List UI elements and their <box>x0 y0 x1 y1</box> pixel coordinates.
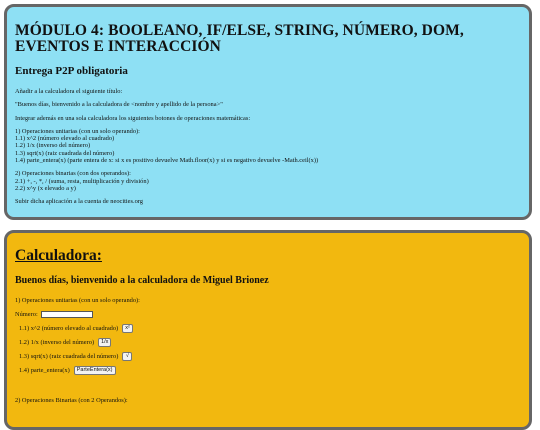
instruction-line: 1.1) x^2 (número elevado al cuadrado) <box>15 135 115 143</box>
op-row-square: 1.1) x^2 (número elevado al cuadrado) x² <box>15 324 521 333</box>
calculator-title: Calculadora: <box>15 247 102 264</box>
op-label-integer-part: 1.4) parte_entera(x) <box>19 367 70 374</box>
instruction-line: 1) Operaciones unitarias (con un solo op… <box>15 127 140 135</box>
instruction-line: 1.3) sqrt(x) (raiz cuadrada del número) <box>15 149 115 157</box>
op-row-integer-part: 1.4) parte_entera(x) ParteEntera(x) <box>15 366 521 375</box>
assignment-subtitle: Entrega P2P obligatoria <box>15 65 128 77</box>
assignment-panel: MÓDULO 4: BOOLEANO, IF/ELSE, STRING, NÚM… <box>4 4 532 220</box>
instruction-line: Añadir a la calculadora el siguiente tít… <box>15 88 123 95</box>
instruction-line: "Buenos días, bienvenido a la calculador… <box>15 101 223 109</box>
integer-part-button[interactable]: ParteEntera(x) <box>73 366 116 375</box>
number-row: Número: <box>15 310 521 319</box>
instruction-line: Integrar además en una sola calculadora … <box>15 114 251 122</box>
instruction-line: 2.1) +, -, *, / (suma, resta, multiplica… <box>15 177 149 185</box>
instruction-line: 1.4) parte_entera(x) (parte entera de x:… <box>15 157 319 165</box>
binary-heading: 2) Operaciones Binarias (con 2 Operandos… <box>15 397 128 404</box>
op-row-inverse: 1.2) 1/x (inverso del número) 1/x <box>15 338 521 347</box>
number-input[interactable] <box>40 311 93 318</box>
square-button[interactable]: x² <box>122 324 133 333</box>
inverse-button[interactable]: 1/x <box>98 338 112 347</box>
op-label-square: 1.1) x^2 (número elevado al cuadrado) <box>19 325 119 332</box>
instruction-line: Subir dicha aplicación a la cuenta de ne… <box>15 198 143 206</box>
instruction-line: 1.2) 1/x (inverso del número) <box>15 142 91 150</box>
op-label-inverse: 1.2) 1/x (inverso del número) <box>19 339 95 346</box>
assignment-title: MÓDULO 4: BOOLEANO, IF/ELSE, STRING, NÚM… <box>15 22 464 55</box>
instruction-line: 2) Operaciones binarias (con dos operand… <box>15 170 131 178</box>
op-row-sqrt: 1.3) sqrt(x) (raiz cuadrada del número) … <box>15 352 521 361</box>
unary-heading: 1) Operaciones unitarias (con un solo op… <box>15 297 140 304</box>
greeting: Buenos días, bienvenido a la calculadora… <box>15 275 269 286</box>
number-label: Número: <box>15 311 38 318</box>
sqrt-button[interactable]: √ <box>122 352 133 361</box>
op-label-sqrt: 1.3) sqrt(x) (raiz cuadrada del número) <box>19 353 119 360</box>
instruction-line: 2.2) x^y (x elevado a y) <box>15 184 76 192</box>
calculator-panel: Calculadora: Buenos días, bienvenido a l… <box>4 230 532 430</box>
